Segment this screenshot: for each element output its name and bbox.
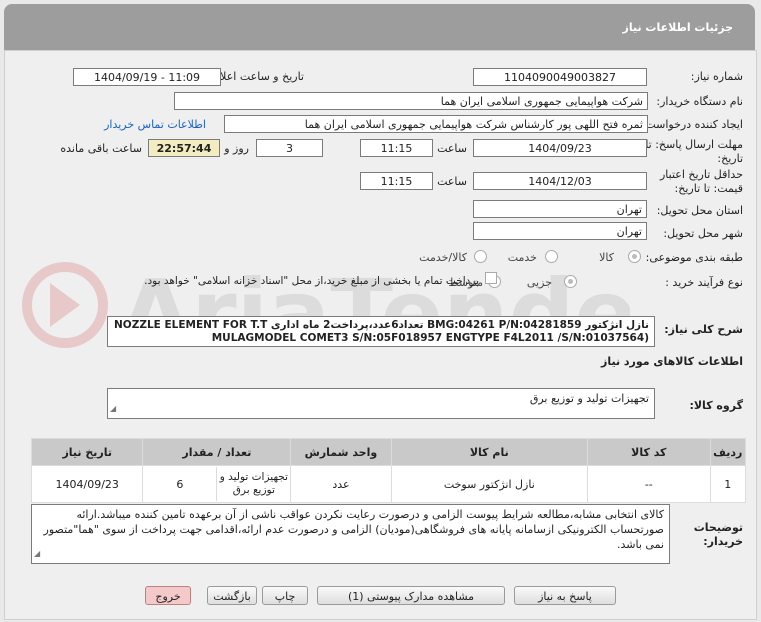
table-row: 1 -- نازل انژکتور سوخت عدد تجهیزات تولید… bbox=[30, 465, 747, 503]
category-option-goods-service: کالا/خدمت bbox=[419, 251, 467, 264]
panel-title: جزئیات اطلاعات نیاز bbox=[622, 21, 734, 34]
buyer-notes-textarea: کالای انتخابی مشابه،مطالعه شرایط پیوست ا… bbox=[31, 504, 670, 564]
cell-need-date: 1404/09/23 bbox=[30, 465, 144, 503]
category-radio-goods-service[interactable] bbox=[474, 250, 487, 263]
cell-code: -- bbox=[587, 465, 711, 503]
buyer-notes-text: کالای انتخابی مشابه،مطالعه شرایط پیوست ا… bbox=[43, 508, 664, 551]
cell-name: نازل انژکتور سوخت bbox=[390, 465, 589, 503]
province-label: استان محل تحویل: bbox=[656, 204, 743, 217]
panel-header: جزئیات اطلاعات نیاز bbox=[4, 4, 755, 50]
col-unit: واحد شمارش bbox=[290, 438, 392, 466]
back-button[interactable]: بازگشت bbox=[207, 586, 257, 605]
col-need-date: تاریخ نیاز bbox=[30, 438, 144, 466]
treasury-payment-note: پرداخت تمام یا بخشی از مبلغ خرید،از محل … bbox=[144, 275, 479, 287]
goods-table: ردیف کد کالا نام کالا واحد شمارش تعداد /… bbox=[30, 438, 747, 503]
goods-group-field: تجهیزات تولید و توزیع برق ◢ bbox=[107, 388, 655, 419]
reply-button[interactable]: پاسخ به نیاز bbox=[514, 586, 616, 605]
announce-datetime-field: 1404/09/19 - 11:09 bbox=[73, 68, 221, 86]
days-remaining-field: 3 bbox=[256, 139, 323, 157]
validity-date-field: 1404/12/03 bbox=[473, 172, 647, 190]
description-line-1: نازل انژکتور BMG:04261 P/N:04281859 تعدا… bbox=[114, 319, 649, 331]
process-type-label: نوع فرآیند خرید : bbox=[665, 276, 743, 289]
province-field: تهران bbox=[473, 200, 647, 218]
deadline-label-line1: مهلت ارسال پاسخ: تا bbox=[645, 138, 743, 151]
deadline-label-line2: تاریخ: bbox=[717, 152, 743, 165]
cell-index: 1 bbox=[709, 465, 747, 503]
goods-section-title: اطلاعات کالاهای مورد نیاز bbox=[601, 355, 743, 368]
validity-time-field: 11:15 bbox=[360, 172, 433, 190]
buyer-org-field: شرکت هواپیمایی جمهوری اسلامی ایران هما bbox=[174, 92, 648, 110]
cell-unit: عدد bbox=[290, 465, 392, 503]
goods-group-value: تجهیزات تولید و توزیع برق bbox=[529, 392, 649, 405]
category-option-service: خدمت bbox=[507, 251, 537, 264]
process-option-minor: جزیی bbox=[526, 276, 552, 289]
category-option-goods: کالا bbox=[599, 251, 614, 264]
cell-quantity: تجهیزات تولید و توزیع برق 6 bbox=[142, 465, 292, 503]
days-label: روز و bbox=[224, 142, 249, 155]
remaining-time-label: ساعت باقی مانده bbox=[60, 142, 142, 155]
category-radio-goods[interactable] bbox=[628, 250, 641, 263]
deadline-date-field: 1404/09/23 bbox=[473, 139, 647, 157]
process-radio-minor[interactable] bbox=[564, 275, 577, 288]
city-label: شهر محل تحویل: bbox=[663, 227, 743, 240]
col-name: نام کالا bbox=[390, 438, 589, 466]
goods-group-label: گروه کالا: bbox=[689, 399, 743, 412]
goods-table-header: ردیف کد کالا نام کالا واحد شمارش تعداد /… bbox=[30, 438, 747, 466]
buyer-notes-label-line1: توضیحات bbox=[693, 521, 743, 534]
buyer-notes-label-line2: خریدار: bbox=[703, 535, 743, 548]
resize-grip-icon: ◢ bbox=[110, 404, 117, 413]
remaining-time-field: 22:57:44 bbox=[148, 139, 220, 157]
description-textarea: نازل انژکتور BMG:04261 P/N:04281859 تعدا… bbox=[107, 316, 655, 347]
category-label: طبقه بندی موضوعی: bbox=[645, 251, 743, 264]
resize-grip-icon: ◢ bbox=[34, 549, 41, 558]
col-code: کد کالا bbox=[587, 438, 711, 466]
buyer-contact-link[interactable]: اطلاعات تماس خریدار bbox=[104, 118, 206, 131]
exit-button[interactable]: خروج bbox=[145, 586, 191, 605]
cell-quantity-group: تجهیزات تولید و توزیع برق bbox=[216, 467, 290, 501]
deadline-time-field: 11:15 bbox=[360, 139, 433, 157]
page: جزئیات اطلاعات نیاز AriaTender.net شماره… bbox=[0, 0, 761, 622]
need-number-field: 1104090049003827 bbox=[473, 68, 647, 86]
description-label: شرح کلی نیاز: bbox=[664, 323, 743, 336]
city-field: تهران bbox=[473, 222, 647, 240]
need-number-label: شماره نیاز: bbox=[690, 70, 743, 83]
description-line-2: (MULAGMODEL COMET3 S/N:05F018957 ENGTYPE… bbox=[211, 332, 649, 344]
validity-time-label: ساعت bbox=[437, 175, 467, 188]
col-index: ردیف bbox=[709, 438, 747, 466]
validity-label-line1: حداقل تاریخ اعتبار bbox=[659, 168, 743, 181]
category-radio-service[interactable] bbox=[545, 250, 558, 263]
treasury-payment-checkbox[interactable] bbox=[485, 272, 497, 284]
view-attachments-button[interactable]: مشاهده مدارک پیوستی (1) bbox=[317, 586, 505, 605]
cell-quantity-value: 6 bbox=[176, 477, 184, 491]
validity-label-line2: قیمت: تا تاریخ: bbox=[674, 182, 743, 195]
requester-field: ثمره فتح اللهی پور کارشناس شرکت هواپیمای… bbox=[224, 115, 648, 133]
requester-label: ایجاد کننده درخواست: bbox=[641, 118, 743, 131]
deadline-time-label: ساعت bbox=[437, 142, 467, 155]
print-button[interactable]: چاپ bbox=[262, 586, 308, 605]
buyer-org-label: نام دستگاه خریدار: bbox=[656, 95, 743, 108]
col-quantity: تعداد / مقدار bbox=[142, 438, 292, 466]
